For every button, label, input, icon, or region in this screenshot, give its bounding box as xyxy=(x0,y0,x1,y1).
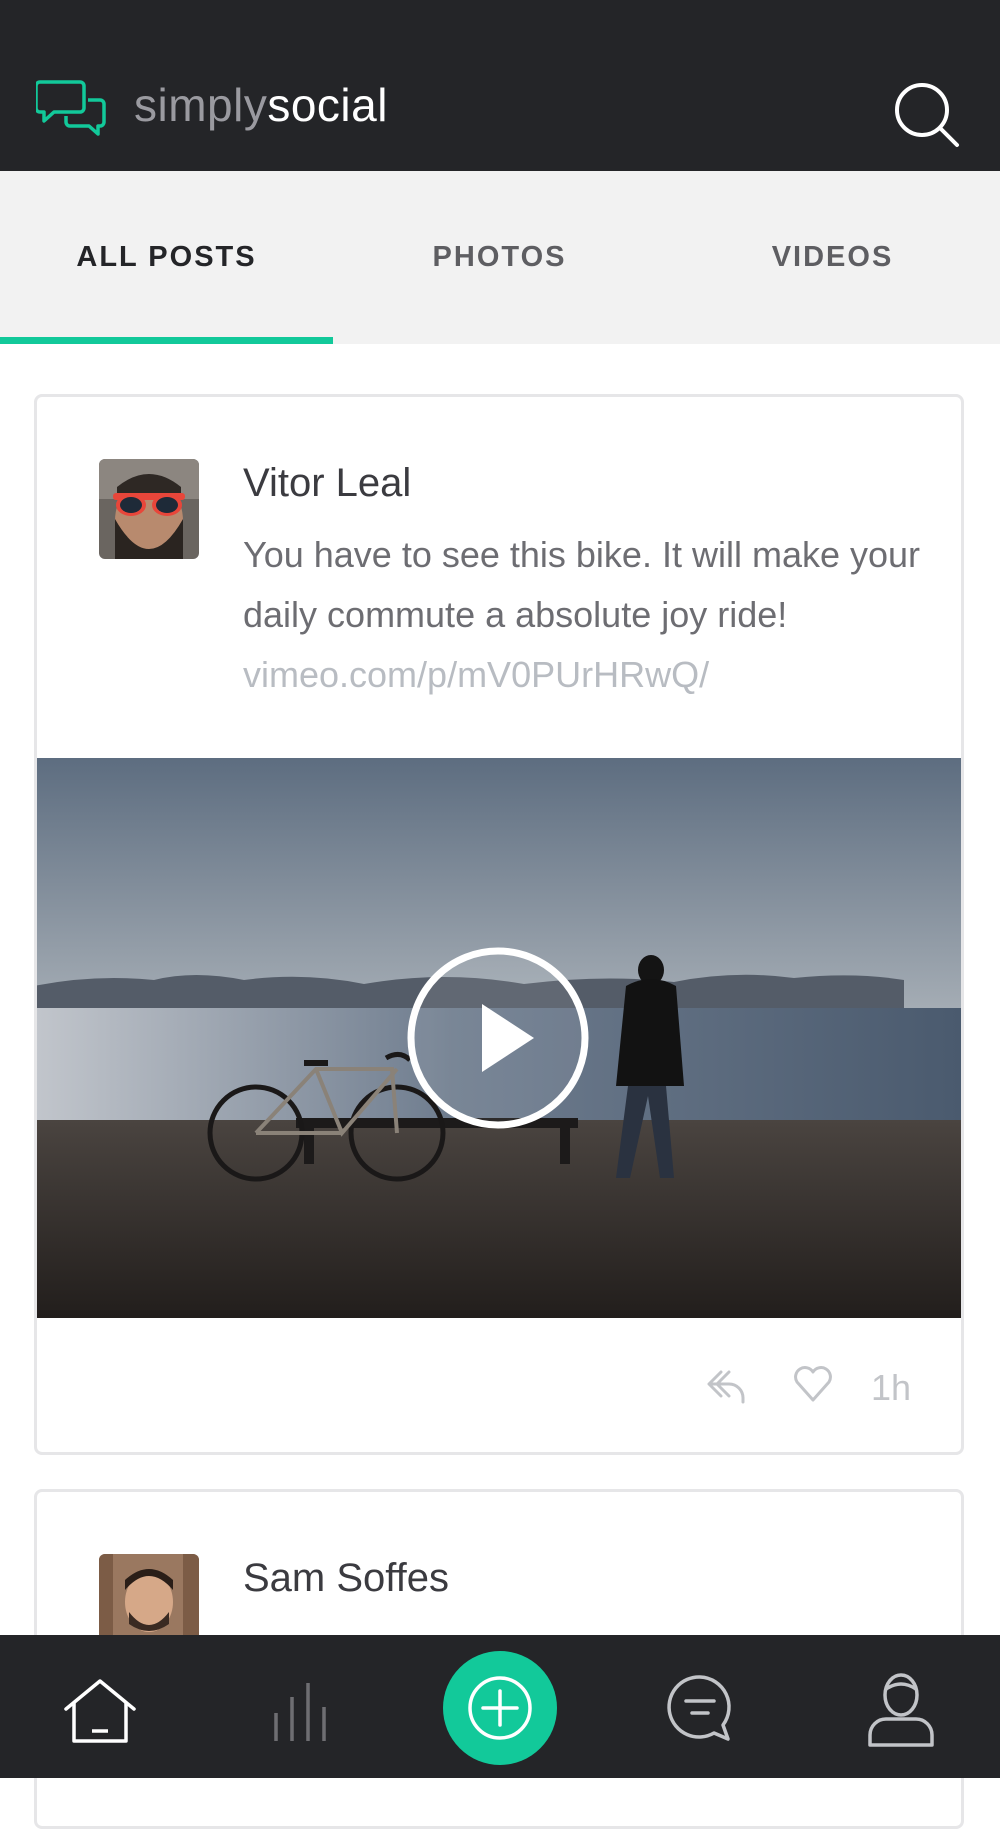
search-icon[interactable] xyxy=(892,80,962,150)
app-header: simplysocial xyxy=(0,0,1000,171)
stats-icon[interactable] xyxy=(268,1679,332,1743)
post-timestamp: 1h xyxy=(871,1367,912,1408)
profile-icon[interactable] xyxy=(866,1671,936,1747)
post-card: Vitor Leal You have to see this bike. It… xyxy=(34,394,964,1455)
tab-videos[interactable]: VIDEOS xyxy=(666,171,999,344)
reply-icon[interactable] xyxy=(705,1364,749,1408)
messages-icon[interactable] xyxy=(664,1671,736,1743)
logo-social: social xyxy=(267,79,388,131)
tab-all-posts[interactable]: ALL POSTS xyxy=(0,171,333,344)
post-link[interactable]: vimeo.com/p/mV0PUrHRwQ/ xyxy=(243,654,709,695)
video-thumbnail[interactable] xyxy=(37,758,961,1318)
avatar[interactable] xyxy=(99,459,199,559)
app-logo-text: simplysocial xyxy=(134,82,388,128)
post-text: You have to see this bike. It will make … xyxy=(243,534,921,635)
post-author-name[interactable]: Sam Soffes xyxy=(243,1556,449,1600)
heart-icon[interactable] xyxy=(791,1362,835,1406)
post-actions: 1h xyxy=(37,1317,961,1452)
feed-tabs: ALL POSTS PHOTOS VIDEOS xyxy=(0,171,1000,344)
play-icon[interactable] xyxy=(406,946,590,1130)
home-icon[interactable] xyxy=(60,1675,140,1745)
tab-photos[interactable]: PHOTOS xyxy=(333,171,666,344)
add-icon[interactable] xyxy=(443,1651,557,1765)
chat-bubbles-logo-icon xyxy=(36,80,106,136)
active-tab-indicator xyxy=(0,337,333,344)
post-body: You have to see this bike. It will make … xyxy=(243,525,923,705)
bottom-nav xyxy=(0,1635,1000,1778)
logo-simply: simply xyxy=(134,79,268,131)
post-author-name[interactable]: Vitor Leal xyxy=(243,461,411,505)
